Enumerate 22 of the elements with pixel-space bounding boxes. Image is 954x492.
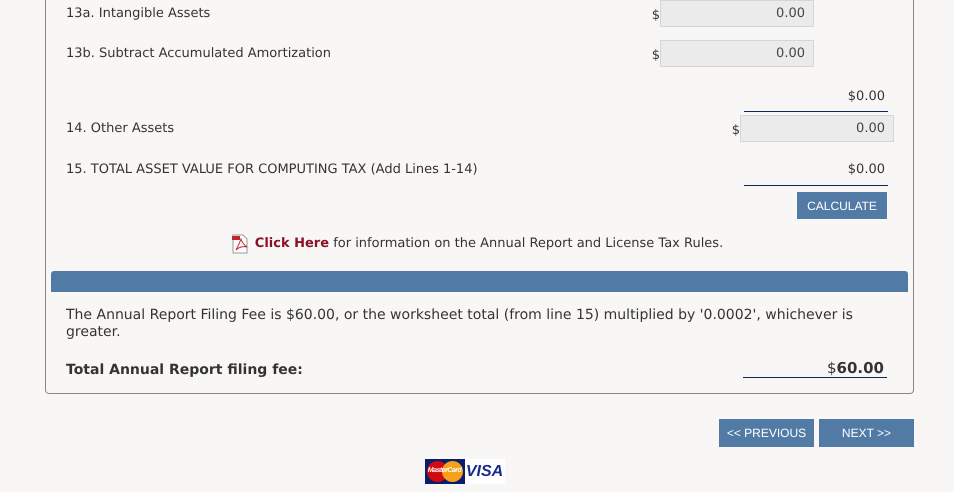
amount-field[interactable]: 0.00 [660, 40, 814, 67]
fee-note: The Annual Report Filing Fee is $60.00, or the worksheet total (from line 15) multiplied by '0.0002', whichever is greater. [66, 307, 854, 341]
line-label: 14. Other Assets [66, 121, 174, 136]
calculate-button[interactable]: CALCULATE [797, 192, 887, 219]
click-here-link[interactable]: Click Here [254, 236, 330, 252]
total-amount: $0.00 [744, 156, 888, 186]
line-label: 13a. Intangible Assets [66, 6, 210, 21]
previous-button[interactable]: << PREVIOUS [719, 419, 814, 447]
fee-total-amount: $60.00 [743, 360, 887, 378]
line-label: 15. TOTAL ASSET VALUE FOR COMPUTING TAX (Add Lines 1-14) [66, 162, 478, 177]
info-sentence: Click Here for information on the Annual Report and License Tax Rules. [254, 235, 724, 254]
amount-field[interactable]: 0.00 [660, 0, 814, 27]
total-amount: $0.00 [744, 81, 888, 112]
pdf-document-icon [230, 234, 249, 254]
next-button[interactable]: NEXT >> [819, 419, 914, 447]
fee-total-label: Total Annual Report filing fee: [66, 361, 304, 380]
currency-sign: $ [732, 122, 740, 140]
currency-sign: $ [652, 6, 660, 24]
line-label: 13b. Subtract Accumulated Amortization [66, 46, 332, 61]
visa-logo: VISA [464, 459, 504, 484]
currency-sign: $ [652, 46, 660, 64]
amount-field[interactable]: 0.00 [740, 115, 894, 142]
